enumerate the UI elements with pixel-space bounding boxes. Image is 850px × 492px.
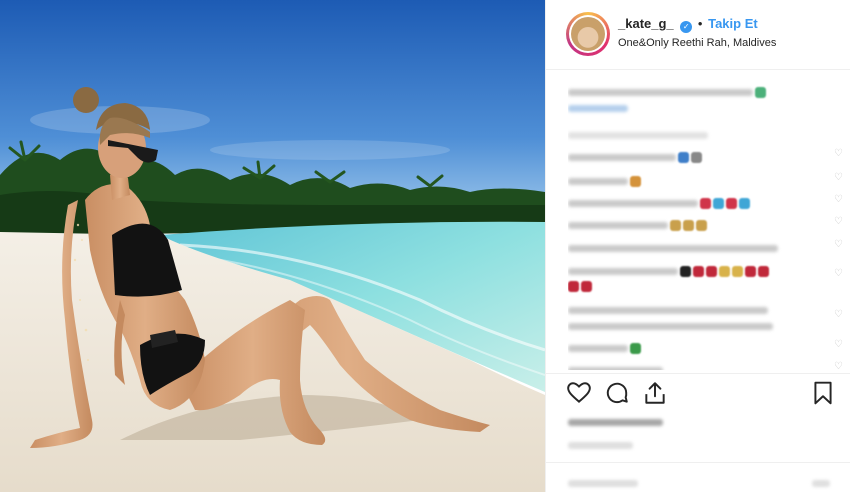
separator-dot: • xyxy=(697,16,703,31)
heart-icon[interactable]: ♡ xyxy=(834,362,843,371)
list-item xyxy=(568,318,773,331)
avatar-ring xyxy=(569,15,607,53)
list-item xyxy=(568,100,628,113)
post-photo[interactable] xyxy=(0,0,545,492)
divider xyxy=(546,462,850,463)
list-item: ♡ xyxy=(568,149,843,164)
heart-icon[interactable]: ♡ xyxy=(834,217,843,227)
share-icon xyxy=(645,382,665,404)
list-item: ♡ xyxy=(568,362,843,370)
username-link[interactable]: _kate_g_ xyxy=(618,16,674,31)
divider xyxy=(546,373,850,374)
comments-list[interactable]: ♡ ♡ ♡ ♡ ♡ ♡ ♡ ♡ ♡ xyxy=(568,80,843,370)
heart-icon[interactable]: ♡ xyxy=(834,269,843,279)
user-line: _kate_g_ ✓ • Takip Et xyxy=(618,16,758,33)
comment-button[interactable] xyxy=(604,380,630,406)
heart-icon[interactable]: ♡ xyxy=(834,240,843,250)
heart-icon xyxy=(567,382,591,403)
beach-photo xyxy=(0,0,545,492)
list-item: ♡ xyxy=(568,263,843,279)
save-button[interactable] xyxy=(810,380,836,406)
post-side-panel: _kate_g_ ✓ • Takip Et One&Only Reethi Ra… xyxy=(545,0,850,492)
list-item xyxy=(568,127,708,140)
list-item xyxy=(568,84,766,99)
list-item: ♡ xyxy=(568,195,843,210)
like-button[interactable] xyxy=(566,380,592,406)
likes-count[interactable] xyxy=(568,414,663,427)
avatar-image xyxy=(571,17,605,51)
list-item: ♡ xyxy=(568,340,843,355)
list-item: ♡ xyxy=(568,217,843,232)
share-button[interactable] xyxy=(642,380,668,406)
follow-button[interactable]: Takip Et xyxy=(708,16,758,31)
post-date xyxy=(568,437,633,450)
add-comment-input[interactable] xyxy=(568,475,638,488)
post-comment-button[interactable] xyxy=(812,475,830,488)
list-item: ♡ xyxy=(568,173,843,188)
list-item xyxy=(568,278,592,293)
action-bar xyxy=(566,380,836,410)
comment-icon xyxy=(606,382,628,404)
heart-icon[interactable]: ♡ xyxy=(834,340,843,350)
heart-icon[interactable]: ♡ xyxy=(834,149,843,159)
avatar[interactable] xyxy=(566,12,610,56)
list-item: ♡ xyxy=(568,240,843,253)
verified-badge-icon: ✓ xyxy=(680,21,693,33)
heart-icon[interactable]: ♡ xyxy=(834,310,843,320)
heart-icon[interactable]: ♡ xyxy=(834,195,843,205)
location-link[interactable]: One&Only Reethi Rah, Maldives xyxy=(618,37,776,49)
list-item: ♡ xyxy=(568,302,843,320)
post-header: _kate_g_ ✓ • Takip Et One&Only Reethi Ra… xyxy=(546,0,850,70)
bookmark-icon xyxy=(814,381,832,405)
heart-icon[interactable]: ♡ xyxy=(834,173,843,183)
